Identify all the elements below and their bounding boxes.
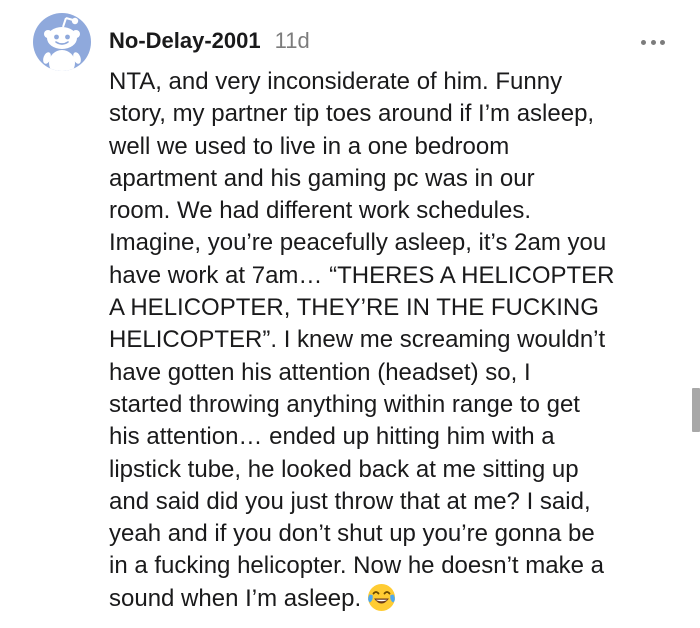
comment-body-line: in a fucking helicopter. Now he doesn’t … <box>109 552 604 580</box>
comment-body-line: lipstick tube, he looked back at me sitt… <box>109 455 579 483</box>
comment: No-Delay-2001 11d NTA, and very inconsid… <box>0 0 700 628</box>
comment-body-line: started throwing anything within range t… <box>109 390 580 418</box>
comment-header: No-Delay-2001 11d <box>109 28 310 58</box>
face-with-tears-of-joy-icon <box>367 583 396 612</box>
comment-body-line: HELICOPTER”. I knew me screaming wouldn’… <box>109 326 606 354</box>
scrollbar-thumb[interactable] <box>692 388 700 432</box>
comment-body: NTA, and very inconsiderate of him. Funn… <box>109 66 679 615</box>
comment-body-line: have work at 7am… “THERES A HELICOPTER <box>109 261 615 289</box>
comment-body-line: story, my partner tip toes around if I’m… <box>109 100 595 128</box>
comment-body-line: yeah and if you don’t shut up you’re gon… <box>109 520 595 548</box>
comment-body-line: room. We had different work schedules. <box>109 197 531 225</box>
snoo-avatar-icon[interactable] <box>33 13 91 71</box>
more-dot <box>641 39 646 45</box>
comment-body-line: apartment and his gaming pc was in our <box>109 164 535 192</box>
comment-body-line: NTA, and very inconsiderate of him. Funn… <box>109 68 563 95</box>
comment-body-line: well we used to live in a one bedroom <box>109 132 510 160</box>
comment-body-line-text: sound when I’m asleep. <box>109 584 362 612</box>
more-dot <box>660 39 665 45</box>
comment-body-line: his attention… ended up hitting him with… <box>109 423 555 451</box>
comment-body-line: Imagine, you’re peacefully asleep, it’s … <box>109 229 607 257</box>
comment-body-line: have gotten his attention (headset) so, … <box>109 358 531 386</box>
snoo-icon <box>43 17 81 71</box>
more-options-icon[interactable] <box>636 30 670 54</box>
comment-body-line: and said did you just throw that at me? … <box>109 487 591 515</box>
more-dot <box>650 39 656 45</box>
comment-body-last-line: sound when I’m asleep. <box>109 583 679 615</box>
timestamp: 11d <box>274 28 310 53</box>
comment-body-line: A HELICOPTER, THEY’RE IN THE FUCKING <box>109 294 599 322</box>
username[interactable]: No-Delay-2001 <box>109 28 261 54</box>
